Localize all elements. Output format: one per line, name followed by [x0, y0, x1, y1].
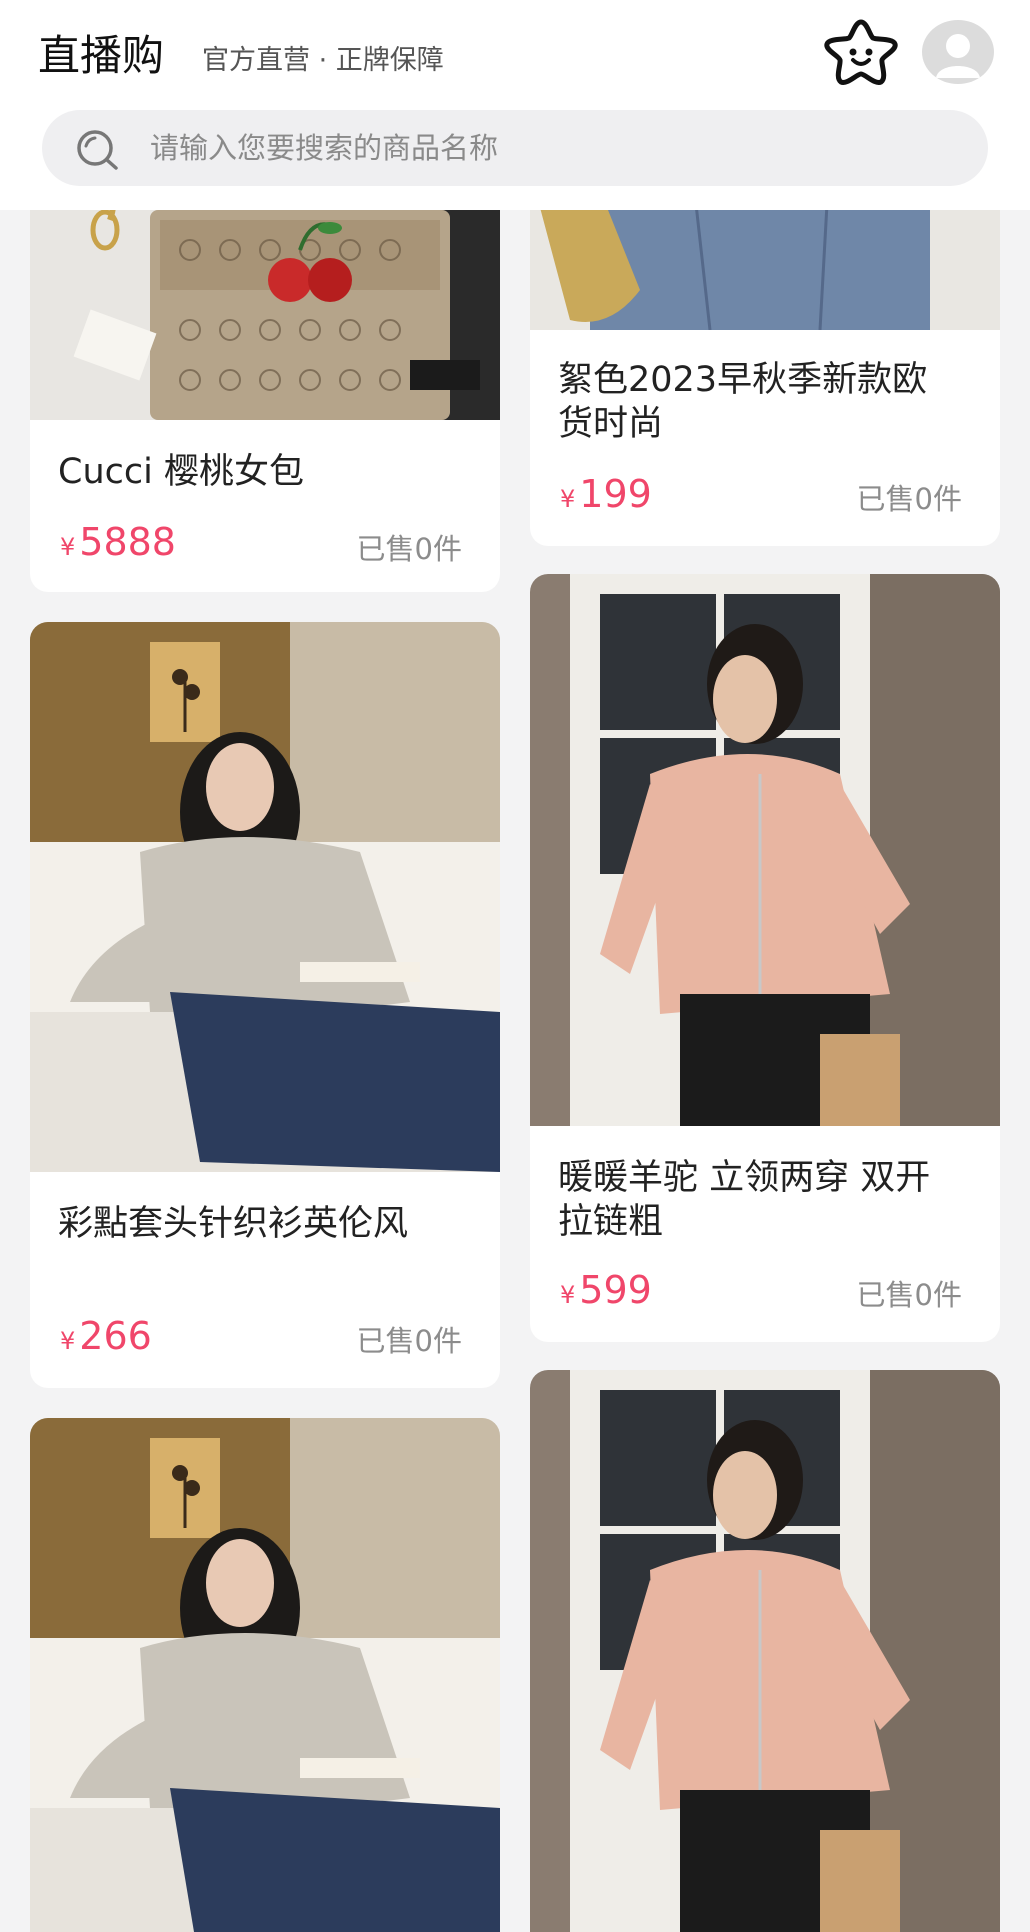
search-bar[interactable]	[42, 110, 988, 186]
currency-symbol: ¥	[560, 485, 576, 513]
star-face-icon[interactable]	[823, 18, 899, 86]
currency-symbol: ¥	[560, 1281, 576, 1309]
search-input[interactable]	[150, 110, 950, 186]
price-value: 266	[79, 1314, 152, 1358]
price-value: 599	[579, 1268, 652, 1312]
product-card[interactable]: 彩點套头针织衫英伦风 ¥266 已售0件	[30, 622, 500, 1388]
tagline: 官方直营 · 正牌保障	[202, 45, 444, 76]
product-title: Cucci 樱桃女包	[58, 452, 304, 492]
price-value: 199	[579, 472, 652, 516]
product-image[interactable]	[30, 1418, 500, 1932]
product-title: 暖暖羊驼 立领两穿 双开拉链粗	[558, 1158, 931, 1242]
price-value: 5888	[79, 520, 176, 564]
product-price: ¥199	[560, 472, 652, 516]
product-card[interactable]: 暖暖羊驼 立领两穿 双开拉链粗 ¥599 已售0件	[530, 574, 1000, 1342]
sold-count: 已售0件	[856, 482, 962, 516]
product-image[interactable]	[530, 1370, 1000, 1932]
product-price: ¥5888	[60, 520, 176, 564]
product-card[interactable]: Cucci 樱桃女包 ¥5888 已售0件	[30, 150, 500, 592]
user-avatar-icon[interactable]	[922, 20, 994, 84]
product-card[interactable]	[530, 1370, 1000, 1932]
product-title: 絮色2023早秋季新款欧货时尚	[558, 360, 928, 444]
product-image[interactable]	[530, 574, 1000, 1126]
product-price: ¥599	[560, 1268, 652, 1312]
currency-symbol: ¥	[60, 533, 76, 561]
app-title: 直播购	[38, 31, 165, 80]
sold-count: 已售0件	[356, 532, 462, 566]
product-price: ¥266	[60, 1314, 152, 1358]
currency-symbol: ¥	[60, 1327, 76, 1355]
sold-count: 已售0件	[356, 1324, 462, 1358]
product-card[interactable]	[30, 1418, 500, 1932]
search-icon	[77, 130, 118, 170]
top-header: 直播购 官方直营 · 正牌保障	[0, 0, 1030, 210]
product-image[interactable]	[30, 622, 500, 1172]
product-title: 彩點套头针织衫英伦风	[58, 1204, 409, 1244]
live-shop-page: 直播购 官方直营 · 正牌保障 请输入您要搜索的商品名称 Cucci 樱桃女包 …	[0, 0, 1030, 1932]
sold-count: 已售0件	[856, 1278, 962, 1312]
